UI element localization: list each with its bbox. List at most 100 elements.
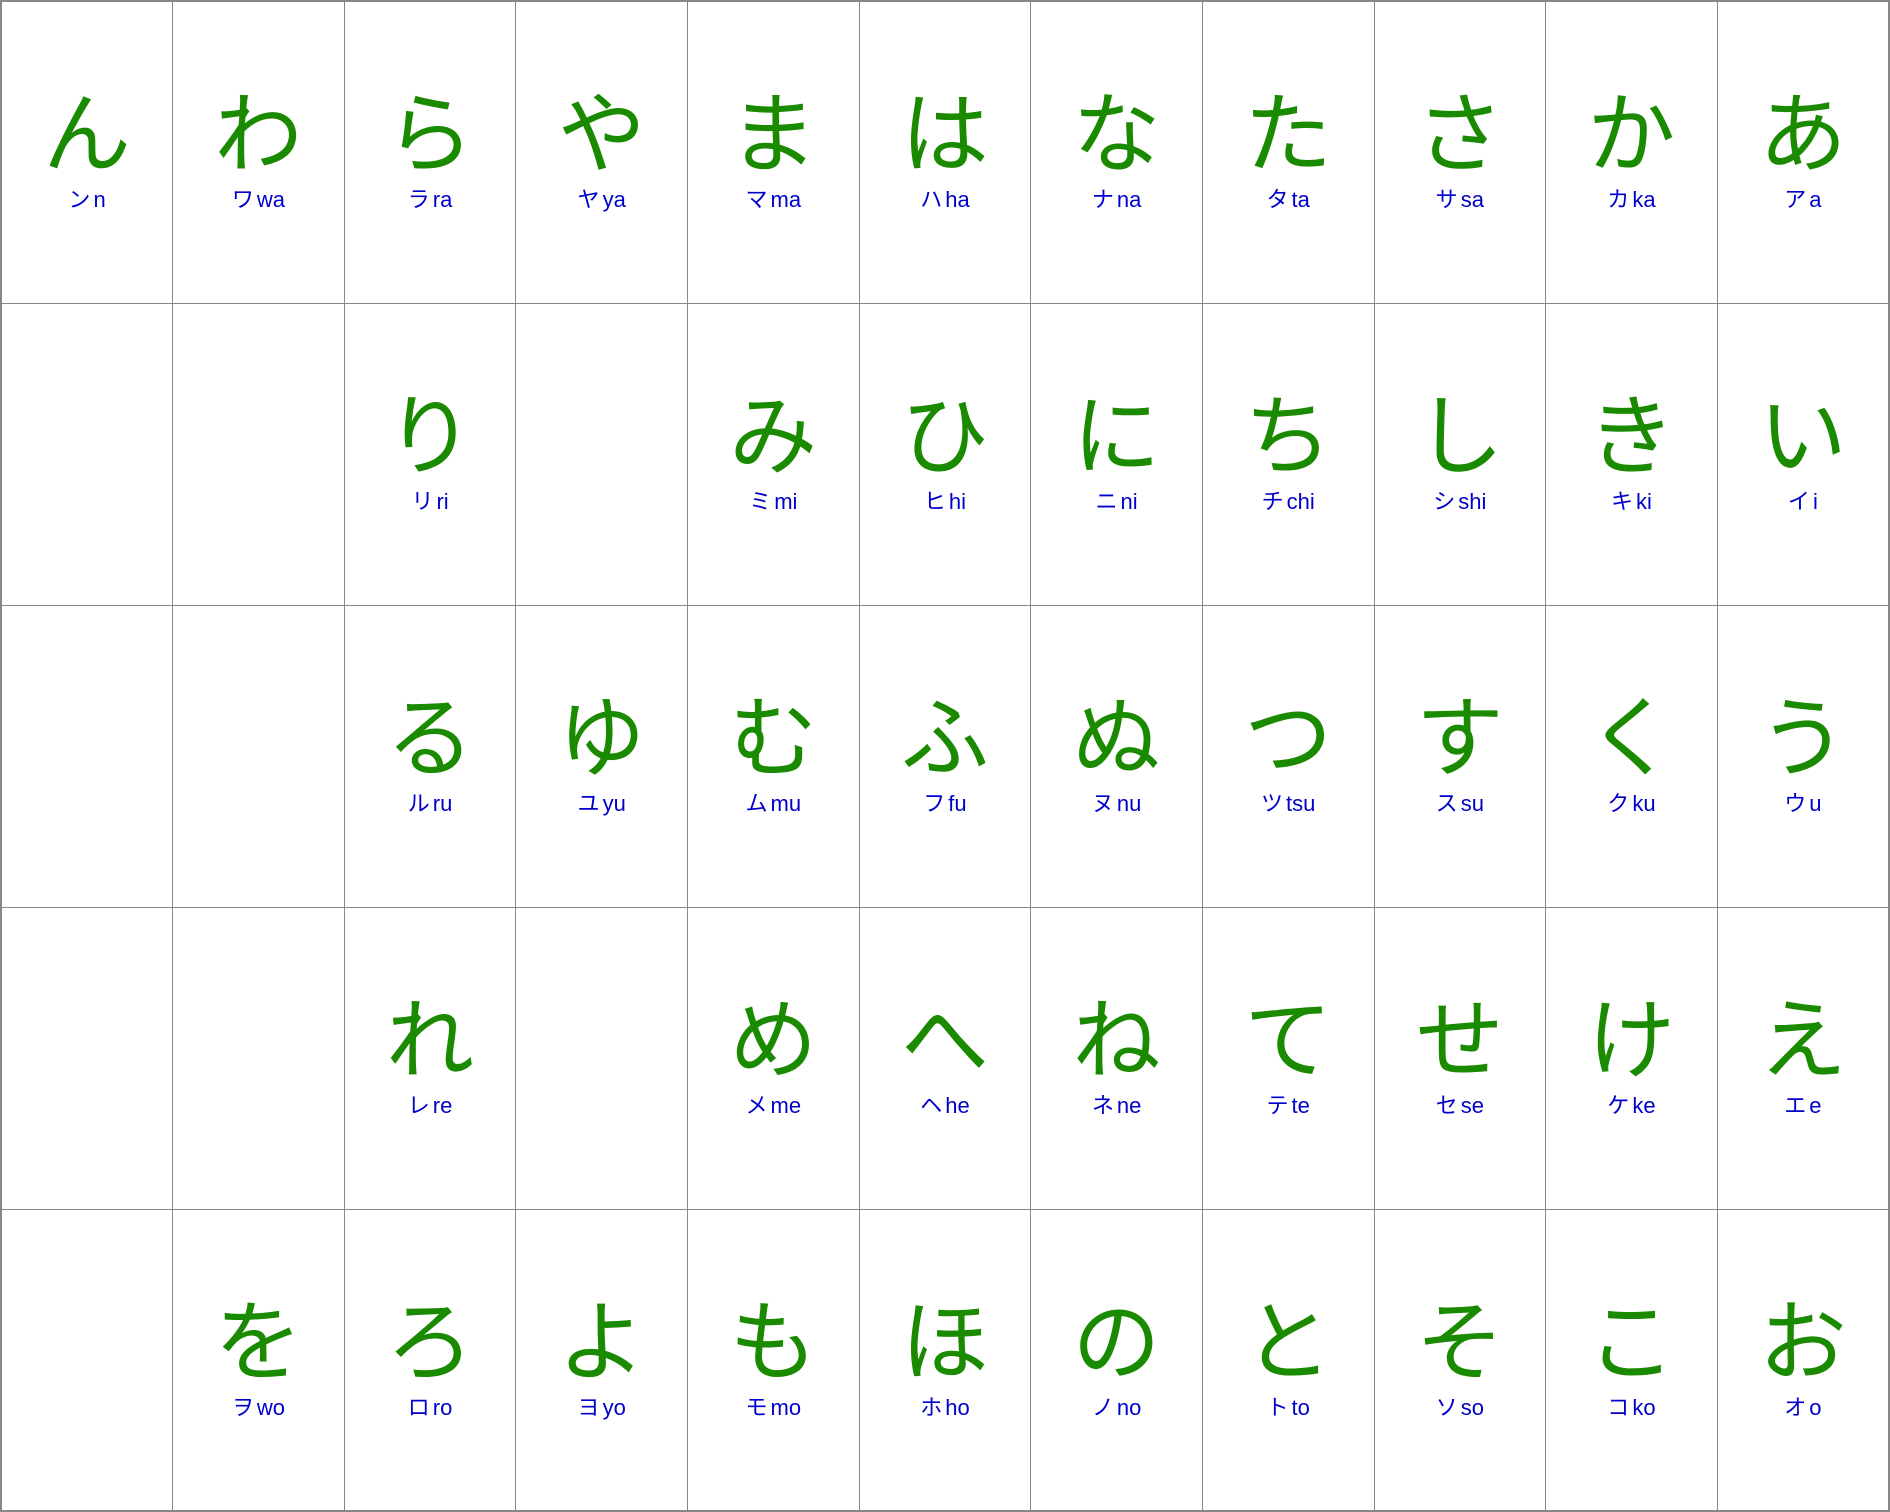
cell-inner: にニni: [1035, 395, 1198, 515]
romaji-line: サsa: [1436, 187, 1484, 213]
hiragana-char: こ: [1587, 1301, 1675, 1389]
romaji-text: shi: [1458, 489, 1486, 515]
hiragana-char: る: [386, 697, 474, 785]
cell-inner: むムmu: [692, 697, 855, 817]
cell-inner: るルru: [349, 697, 512, 817]
kana-cell: はハha: [859, 1, 1031, 303]
romaji-line: ヤya: [578, 187, 626, 213]
romaji-line: メme: [746, 1093, 802, 1119]
cell-inner: すスsu: [1379, 697, 1542, 817]
cell-inner: きキki: [1550, 395, 1713, 515]
romaji-text: fu: [948, 791, 966, 817]
kana-cell: てテte: [1202, 907, 1374, 1209]
romaji-text: a: [1809, 187, 1821, 213]
kana-cell: しシshi: [1374, 303, 1546, 605]
kana-cell: もモmo: [688, 1209, 860, 1511]
kana-cell: よヨyo: [516, 1209, 688, 1511]
romaji-text: me: [771, 1093, 802, 1119]
katakana-char: ト: [1267, 1395, 1289, 1421]
hiragana-char: ち: [1244, 395, 1332, 483]
cell-inner: ねネne: [1035, 999, 1198, 1119]
kana-cell: せセse: [1374, 907, 1546, 1209]
katakana-char: リ: [411, 489, 433, 515]
romaji-text: ne: [1117, 1093, 1141, 1119]
hiragana-char: ろ: [386, 1301, 474, 1389]
romaji-text: wo: [257, 1395, 285, 1421]
hiragana-char: え: [1759, 999, 1847, 1087]
kana-cell: いイi: [1717, 303, 1889, 605]
hiragana-char: け: [1587, 999, 1675, 1087]
katakana-char: レ: [408, 1093, 430, 1119]
romaji-line: トto: [1267, 1395, 1310, 1421]
kana-cell: くクku: [1546, 605, 1718, 907]
cell-inner: あアa: [1722, 93, 1884, 213]
cell-inner: とトto: [1207, 1301, 1370, 1421]
cell-inner: こコko: [1550, 1301, 1713, 1421]
romaji-text: ro: [433, 1395, 453, 1421]
hiragana-char: ひ: [901, 395, 989, 483]
katakana-char: ハ: [920, 187, 942, 213]
romaji-line: ヒhi: [924, 489, 966, 515]
kana-cell: そソso: [1374, 1209, 1546, 1511]
kana-table: んンnわワwaらラraやヤyaまマmaはハhaなナnaたタtaさサsaかカkaあ…: [0, 0, 1890, 1512]
katakana-char: タ: [1267, 187, 1289, 213]
romaji-line: レre: [408, 1093, 453, 1119]
hiragana-char: め: [729, 999, 817, 1087]
hiragana-char: ま: [729, 93, 817, 181]
kana-cell: やヤya: [516, 1, 688, 303]
romaji-text: re: [433, 1093, 453, 1119]
hiragana-char: の: [1073, 1301, 1161, 1389]
romaji-text: ra: [433, 187, 453, 213]
hiragana-char: う: [1759, 697, 1847, 785]
romaji-line: ハha: [920, 187, 970, 213]
romaji-text: se: [1461, 1093, 1484, 1119]
romaji-line: ナna: [1092, 187, 1142, 213]
katakana-char: フ: [923, 791, 945, 817]
romaji-text: ta: [1292, 187, 1310, 213]
katakana-char: ヤ: [578, 187, 600, 213]
hiragana-char: な: [1073, 93, 1161, 181]
romaji-text: to: [1292, 1395, 1310, 1421]
cell-inner: ほホho: [864, 1301, 1027, 1421]
katakana-char: ン: [68, 187, 90, 213]
hiragana-char: ほ: [901, 1301, 989, 1389]
romaji-line: ムmu: [746, 791, 802, 817]
cell-inner: ふフfu: [864, 697, 1027, 817]
kana-cell: をヲwo: [173, 1209, 345, 1511]
romaji-line: ルru: [408, 791, 453, 817]
romaji-line: テte: [1267, 1093, 1310, 1119]
kana-cell: わワwa: [173, 1, 345, 303]
hiragana-char: た: [1244, 93, 1332, 181]
cell-inner: ろロro: [349, 1301, 512, 1421]
cell-inner: よヨyo: [520, 1301, 683, 1421]
katakana-char: サ: [1436, 187, 1458, 213]
cell-inner: ちチchi: [1207, 395, 1370, 515]
romaji-line: アa: [1784, 187, 1821, 213]
romaji-text: ni: [1121, 489, 1138, 515]
cell-inner: んンn: [6, 93, 168, 213]
kana-cell: るルru: [344, 605, 516, 907]
katakana-char: ウ: [1784, 791, 1806, 817]
hiragana-char: ゆ: [558, 697, 646, 785]
romaji-line: コko: [1607, 1395, 1655, 1421]
cell-inner: をヲwo: [177, 1301, 340, 1421]
kana-cell: にニni: [1031, 303, 1203, 605]
cell-inner: やヤya: [520, 93, 683, 213]
katakana-char: オ: [1784, 1395, 1806, 1421]
hiragana-char: れ: [386, 999, 474, 1087]
hiragana-char: り: [386, 395, 474, 483]
hiragana-char: を: [214, 1301, 302, 1389]
katakana-char: ロ: [408, 1395, 430, 1421]
kana-cell: ろロro: [344, 1209, 516, 1511]
katakana-char: ソ: [1436, 1395, 1458, 1421]
kana-cell: きキki: [1546, 303, 1718, 605]
katakana-char: セ: [1436, 1093, 1458, 1119]
hiragana-char: ん: [43, 93, 131, 181]
kana-cell: おオo: [1717, 1209, 1889, 1511]
kana-cell: すスsu: [1374, 605, 1546, 907]
katakana-char: ニ: [1095, 489, 1117, 515]
romaji-line: ソso: [1436, 1395, 1484, 1421]
romaji-text: e: [1809, 1093, 1821, 1119]
romaji-text: na: [1117, 187, 1141, 213]
katakana-char: コ: [1607, 1395, 1629, 1421]
